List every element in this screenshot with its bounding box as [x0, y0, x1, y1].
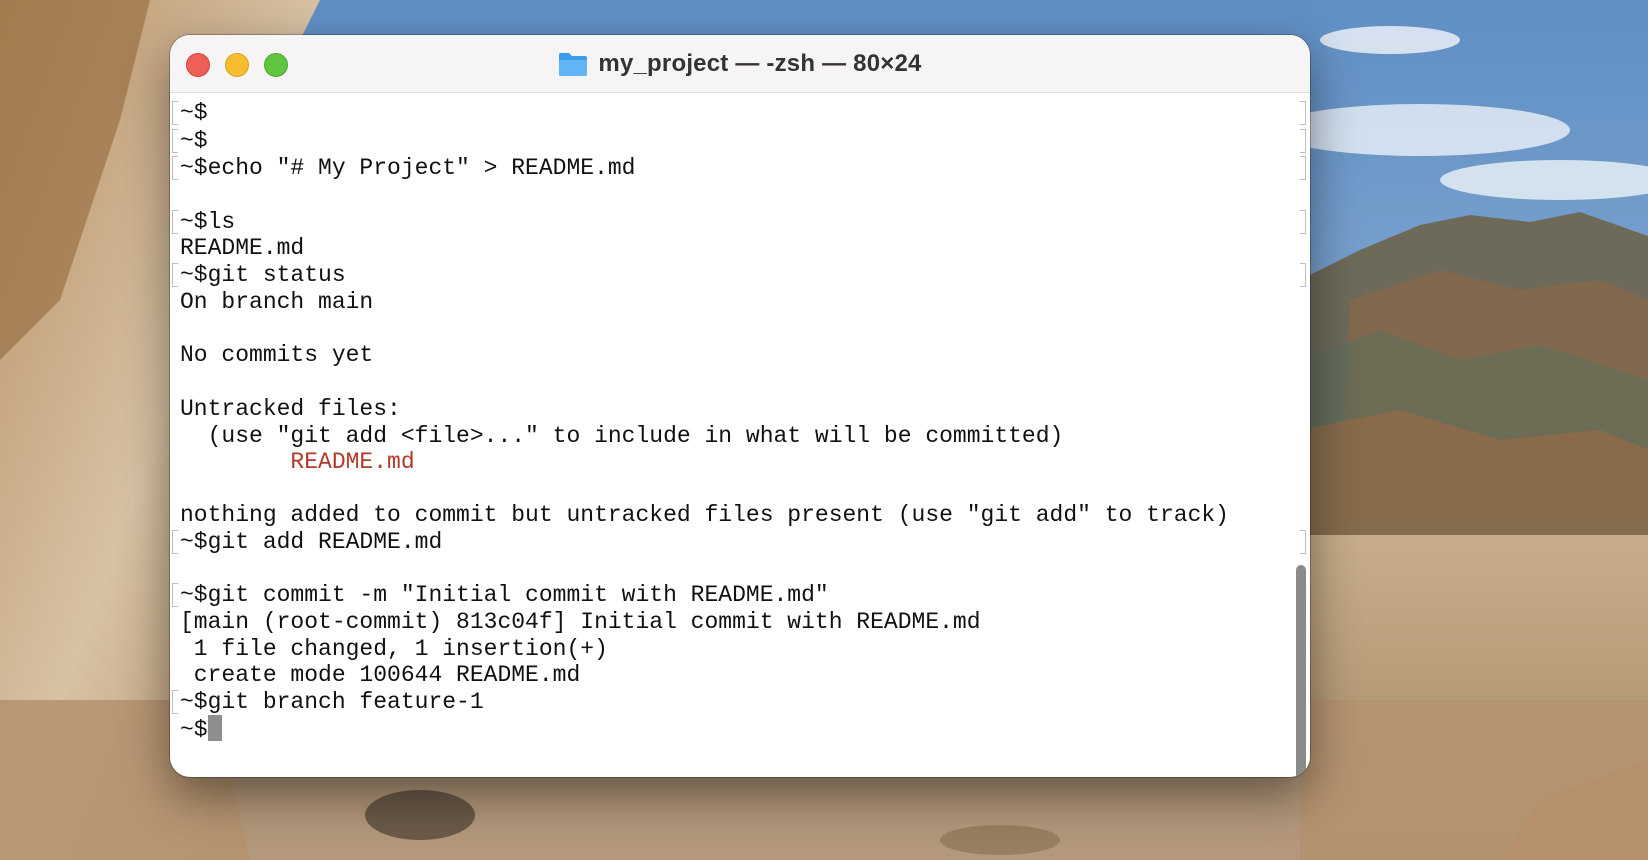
window-title-text: my_project — -zsh — 80×24	[598, 49, 922, 77]
terminal-line: [main (root-commit) 813c04f] Initial com…	[180, 609, 981, 635]
terminal-window: my_project — -zsh — 80×24 ~$ ~$ ~$echo "…	[170, 35, 1310, 777]
prompt-mark-right	[1300, 156, 1306, 180]
prompt-mark-left	[172, 263, 178, 287]
terminal-line: ~$git commit -m "Initial commit with REA…	[180, 582, 829, 608]
prompt-mark-right	[1300, 530, 1306, 554]
prompt-mark-right	[1300, 129, 1306, 153]
terminal-line: No commits yet	[180, 342, 374, 368]
terminal-line: ~$git status	[180, 262, 346, 288]
prompt-mark-right	[1300, 101, 1306, 125]
vertical-scrollbar[interactable]	[1296, 565, 1306, 777]
prompt-line: ~$	[180, 715, 222, 743]
prompt-mark-right	[1300, 210, 1306, 234]
terminal-line: ~$git branch feature-1	[180, 689, 484, 715]
window-title: my_project — -zsh — 80×24	[170, 35, 1310, 92]
terminal-line: ~$echo "# My Project" > README.md	[180, 155, 636, 181]
prompt-mark-left	[172, 129, 178, 153]
prompt-mark-left	[172, 156, 178, 180]
terminal-line: (use "git add <file>..." to include in w…	[180, 423, 1064, 449]
prompt-text: ~$	[180, 717, 208, 743]
prompt-mark-left	[172, 583, 178, 607]
title-bar[interactable]: my_project — -zsh — 80×24	[170, 35, 1310, 93]
terminal-line: ~$git add README.md	[180, 529, 443, 555]
terminal-line: ~$	[180, 128, 208, 154]
terminal-line: ~$	[180, 100, 208, 126]
terminal-line: nothing added to commit but untracked fi…	[180, 502, 1229, 528]
prompt-mark-left	[172, 101, 178, 125]
prompt-mark-left	[172, 530, 178, 554]
terminal-line: ~$ls	[180, 209, 236, 235]
terminal-line: README.md	[180, 235, 305, 261]
untracked-file-line: README.md	[180, 449, 415, 475]
folder-icon	[559, 52, 588, 76]
terminal-line: create mode 100644 README.md	[180, 662, 581, 688]
terminal-output[interactable]: ~$ ~$ ~$echo "# My Project" > README.md …	[170, 93, 1310, 777]
prompt-mark-left	[172, 210, 178, 234]
terminal-line: 1 file changed, 1 insertion(+)	[180, 636, 608, 662]
block-cursor	[207, 715, 222, 741]
prompt-mark-left	[172, 690, 178, 714]
terminal-line: Untracked files:	[180, 396, 401, 422]
prompt-mark-right	[1300, 263, 1306, 287]
terminal-line: On branch main	[180, 289, 374, 315]
